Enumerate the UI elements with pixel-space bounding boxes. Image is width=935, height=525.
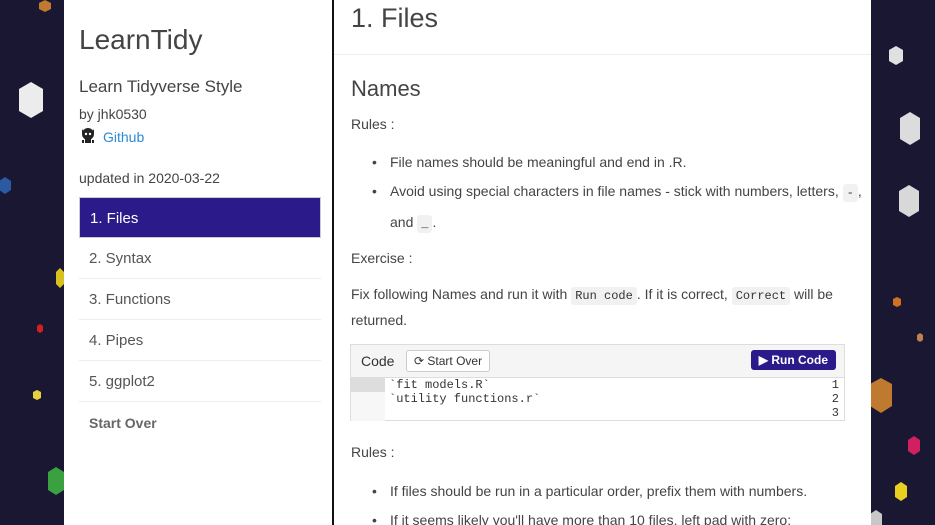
rule-text: File names should be meaningful and end … xyxy=(390,154,687,170)
play-icon: ▶ xyxy=(758,353,768,367)
code-panel-label: Code xyxy=(361,353,395,369)
rule-text: If it seems likely you'll have more than… xyxy=(390,512,792,525)
github-link-row: Github xyxy=(79,126,144,147)
nav-item-functions[interactable]: 3. Functions xyxy=(79,279,321,320)
code-editor-panel: Code ⟳ Start Over ▶ Run Code 1 2 3 `fit … xyxy=(350,344,845,421)
start-over-link[interactable]: Start Over xyxy=(89,415,157,431)
page-title: 1. Files xyxy=(351,3,439,33)
inline-code: - xyxy=(842,184,858,202)
updated-date: updated in 2020-03-22 xyxy=(79,170,220,186)
start-over-button[interactable]: ⟳ Start Over xyxy=(406,350,491,372)
author-label: by jhk0530 xyxy=(79,106,147,122)
active-line-highlight xyxy=(351,378,385,392)
github-octocat-icon xyxy=(79,126,97,147)
rule-item: Avoid using special characters in file n… xyxy=(372,177,862,239)
nav-item-files[interactable]: 1. Files xyxy=(79,197,321,238)
rule-text: If files should be run in a particular o… xyxy=(390,483,808,499)
nav-item-pipes[interactable]: 4. Pipes xyxy=(79,320,321,361)
main-content: 1. Files Names Rules : File names should… xyxy=(334,0,871,525)
exercise-label: Exercise : xyxy=(351,250,413,266)
rule-item: File names should be meaningful and end … xyxy=(372,148,862,177)
inline-code: Correct xyxy=(731,287,791,305)
code-line: `utility functions.r` xyxy=(389,392,541,406)
inline-code: Run code xyxy=(571,287,637,305)
title-divider xyxy=(334,54,871,55)
rules-label: Rules : xyxy=(351,116,395,132)
sidebar: LearnTidy Learn Tidyverse Style by jhk05… xyxy=(64,0,332,525)
line-number: 3 xyxy=(831,406,839,420)
rule-text: and xyxy=(390,214,414,230)
code-panel-header: Code ⟳ Start Over ▶ Run Code xyxy=(351,345,844,378)
exercise-text: . If it is correct, xyxy=(636,286,728,302)
rule-item: If files should be run in a particular o… xyxy=(372,477,862,506)
github-link[interactable]: Github xyxy=(103,129,144,145)
inline-code: _ xyxy=(417,215,433,233)
section-title: Names xyxy=(351,76,421,101)
rules2-list: If files should be run in a particular o… xyxy=(372,477,862,525)
code-editor[interactable]: 1 2 3 `fit models.R` `utility functions.… xyxy=(351,378,844,421)
line-number: 1 xyxy=(831,378,839,392)
chapter-nav: 1. Files 2. Syntax 3. Functions 4. Pipes… xyxy=(79,197,321,402)
refresh-icon: ⟳ xyxy=(414,354,425,368)
rules-list: File names should be meaningful and end … xyxy=(372,148,862,239)
exercise-text: will be xyxy=(794,286,833,302)
run-code-button[interactable]: ▶ Run Code xyxy=(750,350,836,370)
app-title: LearnTidy xyxy=(79,24,203,55)
nav-item-syntax[interactable]: 2. Syntax xyxy=(79,238,321,279)
rule-text: , xyxy=(857,183,862,199)
exercise-instructions: Fix following Names and run it with Run … xyxy=(351,282,851,332)
run-code-button-label: Run Code xyxy=(771,353,828,367)
line-number: 2 xyxy=(831,392,839,406)
exercise-text: returned. xyxy=(351,312,408,328)
rule-text: Avoid using special characters in file n… xyxy=(390,183,839,199)
exercise-text: Fix following Names and run it with xyxy=(351,286,568,302)
app-subtitle: Learn Tidyverse Style xyxy=(79,77,243,96)
nav-item-ggplot2[interactable]: 5. ggplot2 xyxy=(79,361,321,402)
code-line: `fit models.R` xyxy=(389,378,490,392)
rules2-label: Rules : xyxy=(351,444,395,460)
rule-text: . xyxy=(432,214,437,230)
rule-item: If it seems likely you'll have more than… xyxy=(372,506,862,525)
start-over-button-label: Start Over xyxy=(427,354,483,368)
